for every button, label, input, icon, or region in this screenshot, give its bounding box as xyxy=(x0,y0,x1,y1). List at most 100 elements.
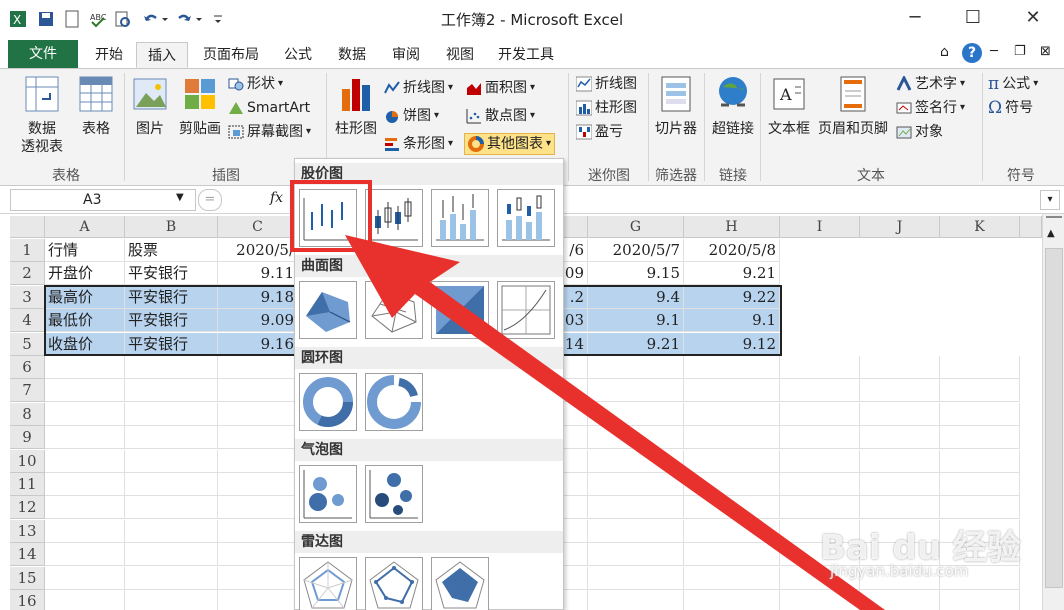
wb-minimize-icon[interactable]: ─ xyxy=(990,44,998,59)
empty-cell[interactable] xyxy=(684,356,780,379)
column-header-k[interactable]: K xyxy=(940,216,1020,238)
picture-button[interactable]: 图片 xyxy=(130,75,170,138)
screenshot-button[interactable]: 屏幕截图 ▾ xyxy=(228,121,311,143)
empty-cell[interactable] xyxy=(125,473,218,496)
row-header-6[interactable]: 6 xyxy=(10,356,45,379)
cell-r2-5[interactable]: 9.21 xyxy=(684,262,780,286)
empty-cell[interactable] xyxy=(780,496,860,520)
surface-3d-option[interactable] xyxy=(299,281,357,339)
cell-r5-5[interactable]: 9.12 xyxy=(684,332,780,356)
wordart-button[interactable]: 艺术字 ▾ xyxy=(896,73,965,95)
cell-r4-4[interactable]: 9.1 xyxy=(588,309,684,333)
row-header-9[interactable]: 9 xyxy=(10,426,45,450)
empty-cell[interactable] xyxy=(780,426,860,450)
row-header-16[interactable]: 16 xyxy=(10,590,45,610)
cell-r3-5[interactable]: 9.22 xyxy=(684,285,780,309)
row-header-2[interactable]: 2 xyxy=(10,262,45,286)
exploded-doughnut-option[interactable] xyxy=(365,373,423,431)
empty-cell[interactable] xyxy=(684,449,780,473)
empty-cell[interactable] xyxy=(780,402,860,426)
cell-r3-2[interactable]: 9.18 xyxy=(218,285,298,309)
empty-cell[interactable] xyxy=(588,496,684,520)
stock-chart-ohlc-option[interactable] xyxy=(365,189,423,247)
cell-r2-1[interactable]: 平安银行 xyxy=(125,262,218,286)
row-header-15[interactable]: 15 xyxy=(10,566,45,590)
column-header-i[interactable]: I xyxy=(780,216,860,238)
scroll-up-icon[interactable]: ▲ xyxy=(1047,228,1055,239)
surface-contour-wireframe-option[interactable] xyxy=(497,281,555,339)
tab-insert[interactable]: 插入 xyxy=(136,42,188,68)
cell-r4-5[interactable]: 9.1 xyxy=(684,309,780,333)
help-icon[interactable]: ? xyxy=(962,43,982,63)
empty-cell[interactable] xyxy=(588,590,684,610)
empty-cell[interactable] xyxy=(218,402,298,426)
empty-cell[interactable] xyxy=(684,473,780,496)
empty-cell[interactable] xyxy=(45,379,125,403)
column-header-a[interactable]: A xyxy=(45,216,125,238)
empty-cell[interactable] xyxy=(125,590,218,610)
select-all-corner[interactable] xyxy=(10,216,45,238)
column-header-j[interactable]: J xyxy=(860,216,940,238)
bubble-3d-option[interactable] xyxy=(365,465,423,523)
cell-r1-1[interactable]: 股票 xyxy=(125,239,218,262)
cell-r3-1[interactable]: 平安银行 xyxy=(125,285,218,309)
empty-cell[interactable] xyxy=(588,543,684,567)
empty-cell[interactable] xyxy=(45,356,125,379)
empty-cell[interactable] xyxy=(218,590,298,610)
cell-r5-4[interactable]: 9.21 xyxy=(588,332,684,356)
empty-cell[interactable] xyxy=(125,496,218,520)
empty-cell[interactable] xyxy=(684,379,780,403)
cell-r5-2[interactable]: 9.16 xyxy=(218,332,298,356)
line-chart-button[interactable]: 折线图 ▾ xyxy=(384,77,453,99)
table-button[interactable]: 表格 xyxy=(74,75,118,138)
empty-cell[interactable] xyxy=(45,473,125,496)
surface-contour-option[interactable] xyxy=(431,281,489,339)
column-header-b[interactable]: B xyxy=(125,216,218,238)
empty-cell[interactable] xyxy=(588,566,684,590)
empty-cell[interactable] xyxy=(588,356,684,379)
header-footer-button[interactable]: 页眉和页脚 xyxy=(816,75,890,138)
tab-home[interactable]: 开始 xyxy=(86,42,132,68)
cell-r4-0[interactable]: 最低价 xyxy=(45,309,125,333)
empty-cell[interactable] xyxy=(218,473,298,496)
empty-cell[interactable] xyxy=(125,449,218,473)
minimize-button[interactable]: ─ xyxy=(892,4,938,32)
row-header-14[interactable]: 14 xyxy=(10,543,45,567)
row-header-13[interactable]: 13 xyxy=(10,519,45,543)
row-header-12[interactable]: 12 xyxy=(10,496,45,520)
empty-cell[interactable] xyxy=(940,379,1020,403)
scatter-chart-button[interactable]: 散点图 ▾ xyxy=(466,105,535,127)
row-header-10[interactable]: 10 xyxy=(10,449,45,473)
cell-r3-4[interactable]: 9.4 xyxy=(588,285,684,309)
empty-cell[interactable] xyxy=(860,590,940,610)
empty-cell[interactable] xyxy=(940,356,1020,379)
empty-cell[interactable] xyxy=(588,519,684,543)
empty-cell[interactable] xyxy=(218,356,298,379)
wb-restore-icon[interactable]: ❐ xyxy=(1014,44,1026,59)
empty-cell[interactable] xyxy=(684,402,780,426)
empty-cell[interactable] xyxy=(125,426,218,450)
empty-cell[interactable] xyxy=(940,426,1020,450)
empty-cell[interactable] xyxy=(684,543,780,567)
tab-view[interactable]: 视图 xyxy=(438,42,482,68)
empty-cell[interactable] xyxy=(684,519,780,543)
pie-chart-button[interactable]: 饼图 ▾ xyxy=(384,105,439,127)
cell-r3-0[interactable]: 最高价 xyxy=(45,285,125,309)
row-header-5[interactable]: 5 xyxy=(10,332,45,356)
empty-cell[interactable] xyxy=(860,402,940,426)
empty-cell[interactable] xyxy=(125,519,218,543)
tab-file[interactable]: 文件 xyxy=(8,40,78,68)
bar-chart-button[interactable]: 条形图 ▾ xyxy=(384,133,453,155)
tab-data[interactable]: 数据 xyxy=(330,42,374,68)
vertical-scrollbar[interactable]: ▲ xyxy=(1042,214,1064,610)
tab-page-layout[interactable]: 页面布局 xyxy=(196,42,266,68)
empty-cell[interactable] xyxy=(940,402,1020,426)
empty-cell[interactable] xyxy=(780,449,860,473)
empty-cell[interactable] xyxy=(780,473,860,496)
cell-r4-1[interactable]: 平安银行 xyxy=(125,309,218,333)
empty-cell[interactable] xyxy=(684,496,780,520)
area-chart-button[interactable]: 面积图 ▾ xyxy=(466,77,535,99)
empty-cell[interactable] xyxy=(45,519,125,543)
empty-cell[interactable] xyxy=(860,426,940,450)
empty-cell[interactable] xyxy=(940,473,1020,496)
